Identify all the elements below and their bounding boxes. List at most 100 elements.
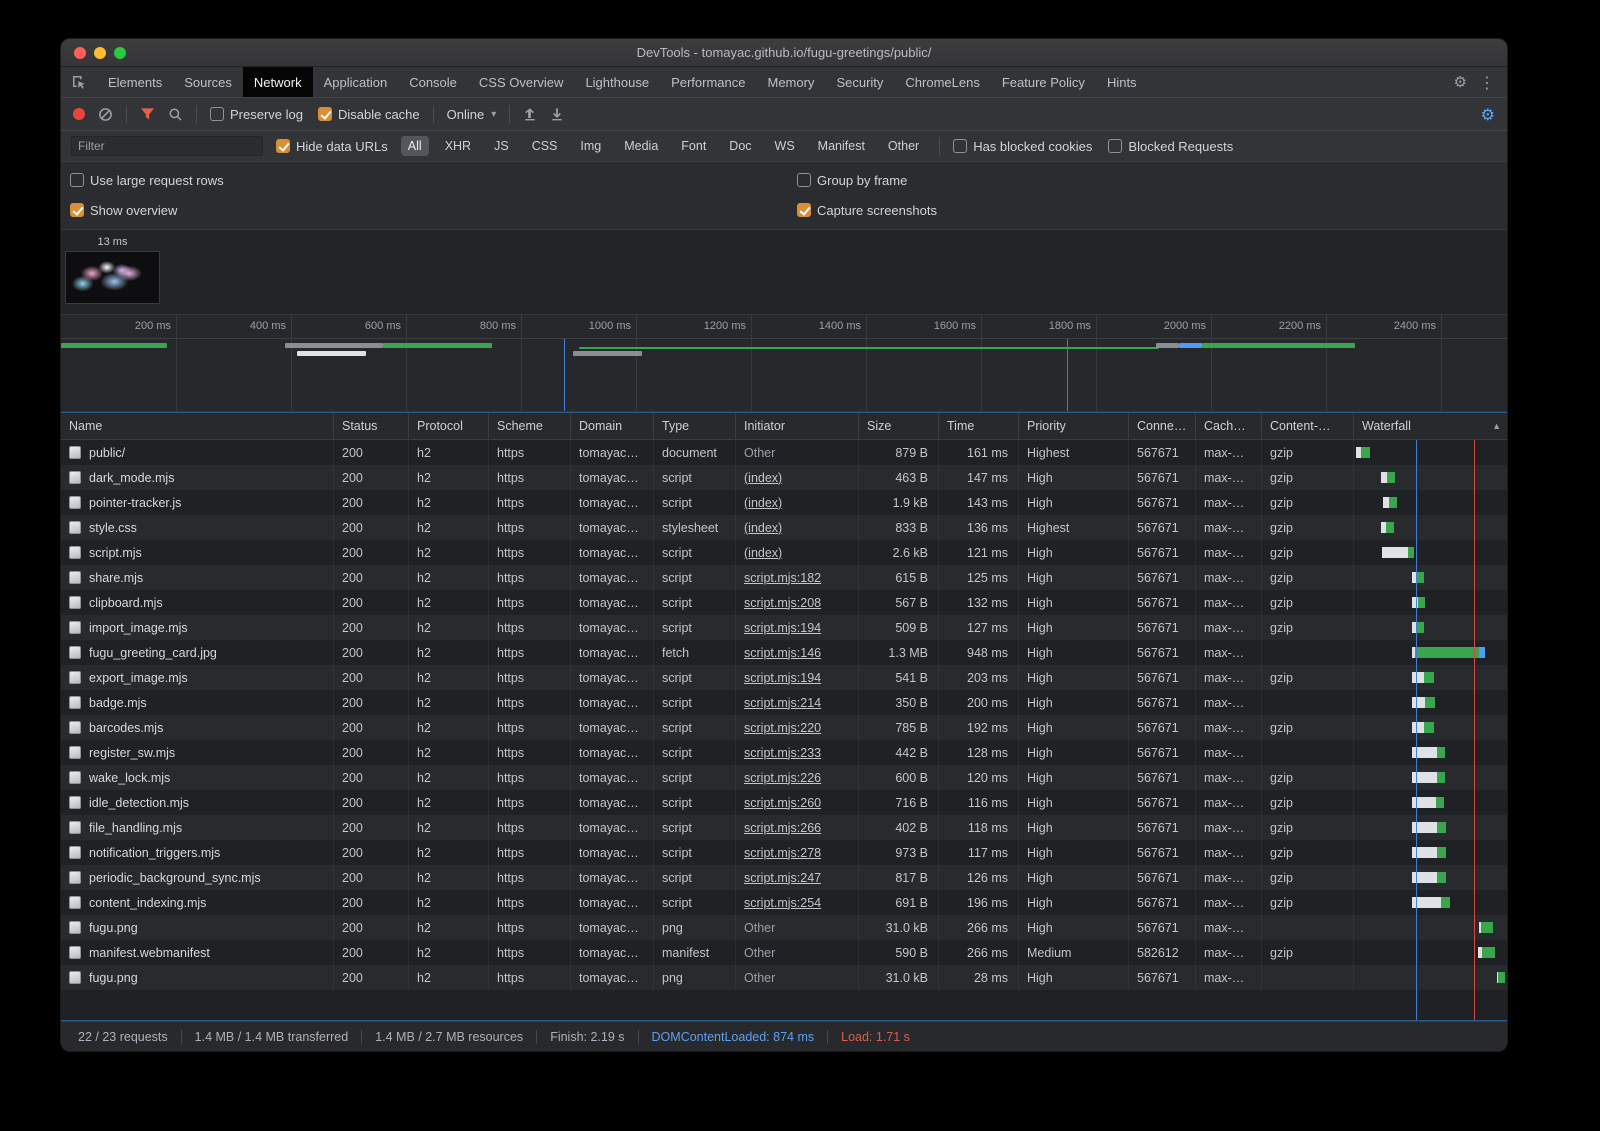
- record-network-log-button[interactable]: [73, 108, 85, 120]
- import-har-button[interactable]: [523, 107, 537, 121]
- filter-type-css[interactable]: CSS: [525, 136, 565, 156]
- filter-type-doc[interactable]: Doc: [722, 136, 758, 156]
- option-group-by-frame-checkbox[interactable]: [797, 173, 811, 187]
- network-conditions-gear-icon[interactable]: ⚙: [1481, 105, 1495, 124]
- column-header-domain[interactable]: Domain: [571, 413, 654, 439]
- table-row[interactable]: wake_lock.mjs200h2httpstomayac…scriptscr…: [61, 765, 1507, 790]
- column-header-conne[interactable]: Conne…: [1129, 413, 1196, 439]
- column-header-priority[interactable]: Priority: [1019, 413, 1129, 439]
- filter-type-ws[interactable]: WS: [768, 136, 802, 156]
- throttling-dropdown[interactable]: Online ▾: [447, 107, 497, 122]
- initiator-link[interactable]: script.mjs:266: [744, 821, 821, 835]
- column-header-type[interactable]: Type: [654, 413, 736, 439]
- tab-performance[interactable]: Performance: [660, 67, 756, 97]
- column-header-size[interactable]: Size: [859, 413, 939, 439]
- filter-toggle-button[interactable]: [140, 107, 155, 121]
- table-row[interactable]: content_indexing.mjs200h2httpstomayac…sc…: [61, 890, 1507, 915]
- export-har-button[interactable]: [550, 107, 564, 121]
- network-overview-timeline[interactable]: 200 ms400 ms600 ms800 ms1000 ms1200 ms14…: [61, 315, 1507, 412]
- column-header-content[interactable]: Content-…: [1262, 413, 1354, 439]
- initiator-link[interactable]: script.mjs:247: [744, 871, 821, 885]
- filter-input[interactable]: [71, 136, 263, 156]
- initiator-link[interactable]: (index): [744, 496, 782, 510]
- screenshot-thumbnail[interactable]: [65, 251, 160, 304]
- disable-cache[interactable]: Disable cache: [318, 107, 420, 122]
- search-button[interactable]: [168, 107, 183, 122]
- tab-chromelens[interactable]: ChromeLens: [894, 67, 990, 97]
- tab-css-overview[interactable]: CSS Overview: [468, 67, 575, 97]
- hide-data-urls-checkbox[interactable]: [276, 139, 290, 153]
- zoom-window-button[interactable]: [114, 47, 126, 59]
- table-row[interactable]: pointer-tracker.js200h2httpstomayac…scri…: [61, 490, 1507, 515]
- option-use-large-request-rows-checkbox[interactable]: [70, 173, 84, 187]
- has-blocked-cookies[interactable]: Has blocked cookies: [953, 139, 1092, 154]
- table-row[interactable]: notification_triggers.mjs200h2httpstomay…: [61, 840, 1507, 865]
- blocked-requests[interactable]: Blocked Requests: [1108, 139, 1233, 154]
- preserve-log-checkbox[interactable]: [210, 107, 224, 121]
- initiator-link[interactable]: (index): [744, 546, 782, 560]
- table-row[interactable]: public/200h2httpstomayac…documentOther87…: [61, 440, 1507, 465]
- tab-application[interactable]: Application: [313, 67, 399, 97]
- initiator-link[interactable]: script.mjs:214: [744, 696, 821, 710]
- initiator-link[interactable]: script.mjs:278: [744, 846, 821, 860]
- table-row[interactable]: export_image.mjs200h2httpstomayac…script…: [61, 665, 1507, 690]
- hide-data-urls[interactable]: Hide data URLs: [276, 139, 388, 154]
- inspect-element-button[interactable]: [61, 67, 97, 97]
- table-row[interactable]: fugu_greeting_card.jpg200h2httpstomayac……: [61, 640, 1507, 665]
- initiator-link[interactable]: script.mjs:233: [744, 746, 821, 760]
- column-header-initiator[interactable]: Initiator: [736, 413, 859, 439]
- initiator-link[interactable]: script.mjs:182: [744, 571, 821, 585]
- table-row[interactable]: register_sw.mjs200h2httpstomayac…scripts…: [61, 740, 1507, 765]
- preserve-log[interactable]: Preserve log: [210, 107, 303, 122]
- filter-type-all[interactable]: All: [401, 136, 429, 156]
- table-row[interactable]: periodic_background_sync.mjs200h2httpsto…: [61, 865, 1507, 890]
- table-row[interactable]: dark_mode.mjs200h2httpstomayac…script(in…: [61, 465, 1507, 490]
- table-row[interactable]: file_handling.mjs200h2httpstomayac…scrip…: [61, 815, 1507, 840]
- filter-type-img[interactable]: Img: [573, 136, 608, 156]
- column-header-protocol[interactable]: Protocol: [409, 413, 489, 439]
- table-row[interactable]: import_image.mjs200h2httpstomayac…script…: [61, 615, 1507, 640]
- table-row[interactable]: style.css200h2httpstomayac…stylesheet(in…: [61, 515, 1507, 540]
- table-row[interactable]: script.mjs200h2httpstomayac…script(index…: [61, 540, 1507, 565]
- table-row[interactable]: badge.mjs200h2httpstomayac…scriptscript.…: [61, 690, 1507, 715]
- settings-gear-icon[interactable]: ⚙: [1454, 73, 1467, 91]
- tab-memory[interactable]: Memory: [756, 67, 825, 97]
- initiator-link[interactable]: script.mjs:146: [744, 646, 821, 660]
- column-header-scheme[interactable]: Scheme: [489, 413, 571, 439]
- table-row[interactable]: share.mjs200h2httpstomayac…scriptscript.…: [61, 565, 1507, 590]
- initiator-link[interactable]: script.mjs:254: [744, 896, 821, 910]
- clear-network-log-button[interactable]: [98, 107, 113, 122]
- tab-feature-policy[interactable]: Feature Policy: [991, 67, 1096, 97]
- tab-security[interactable]: Security: [825, 67, 894, 97]
- filter-type-xhr[interactable]: XHR: [438, 136, 478, 156]
- filter-type-font[interactable]: Font: [674, 136, 713, 156]
- table-row[interactable]: idle_detection.mjs200h2httpstomayac…scri…: [61, 790, 1507, 815]
- tab-lighthouse[interactable]: Lighthouse: [574, 67, 660, 97]
- filter-type-manifest[interactable]: Manifest: [811, 136, 872, 156]
- tab-hints[interactable]: Hints: [1096, 67, 1148, 97]
- table-row[interactable]: fugu.png200h2httpstomayac…pngOther31.0 k…: [61, 915, 1507, 940]
- tab-network[interactable]: Network: [243, 67, 313, 97]
- table-row[interactable]: barcodes.mjs200h2httpstomayac…scriptscri…: [61, 715, 1507, 740]
- initiator-link[interactable]: script.mjs:260: [744, 796, 821, 810]
- column-header-waterfall[interactable]: Waterfall▲: [1354, 413, 1507, 439]
- initiator-link[interactable]: script.mjs:194: [744, 621, 821, 635]
- tab-elements[interactable]: Elements: [97, 67, 173, 97]
- option-capture-screenshots[interactable]: Capture screenshots: [797, 203, 1507, 218]
- option-show-overview-checkbox[interactable]: [70, 203, 84, 217]
- initiator-link[interactable]: (index): [744, 521, 782, 535]
- minimize-window-button[interactable]: [94, 47, 106, 59]
- column-header-time[interactable]: Time: [939, 413, 1019, 439]
- filter-type-js[interactable]: JS: [487, 136, 516, 156]
- filter-type-other[interactable]: Other: [881, 136, 926, 156]
- tab-sources[interactable]: Sources: [173, 67, 243, 97]
- option-group-by-frame[interactable]: Group by frame: [797, 173, 1507, 188]
- initiator-link[interactable]: script.mjs:194: [744, 671, 821, 685]
- column-header-cach[interactable]: Cach…: [1196, 413, 1262, 439]
- table-row[interactable]: fugu.png200h2httpstomayac…pngOther31.0 k…: [61, 965, 1507, 990]
- option-show-overview[interactable]: Show overview: [70, 203, 797, 218]
- column-header-name[interactable]: Name: [61, 413, 334, 439]
- initiator-link[interactable]: script.mjs:220: [744, 721, 821, 735]
- more-options-kebab-icon[interactable]: ⋮: [1479, 73, 1495, 92]
- option-capture-screenshots-checkbox[interactable]: [797, 203, 811, 217]
